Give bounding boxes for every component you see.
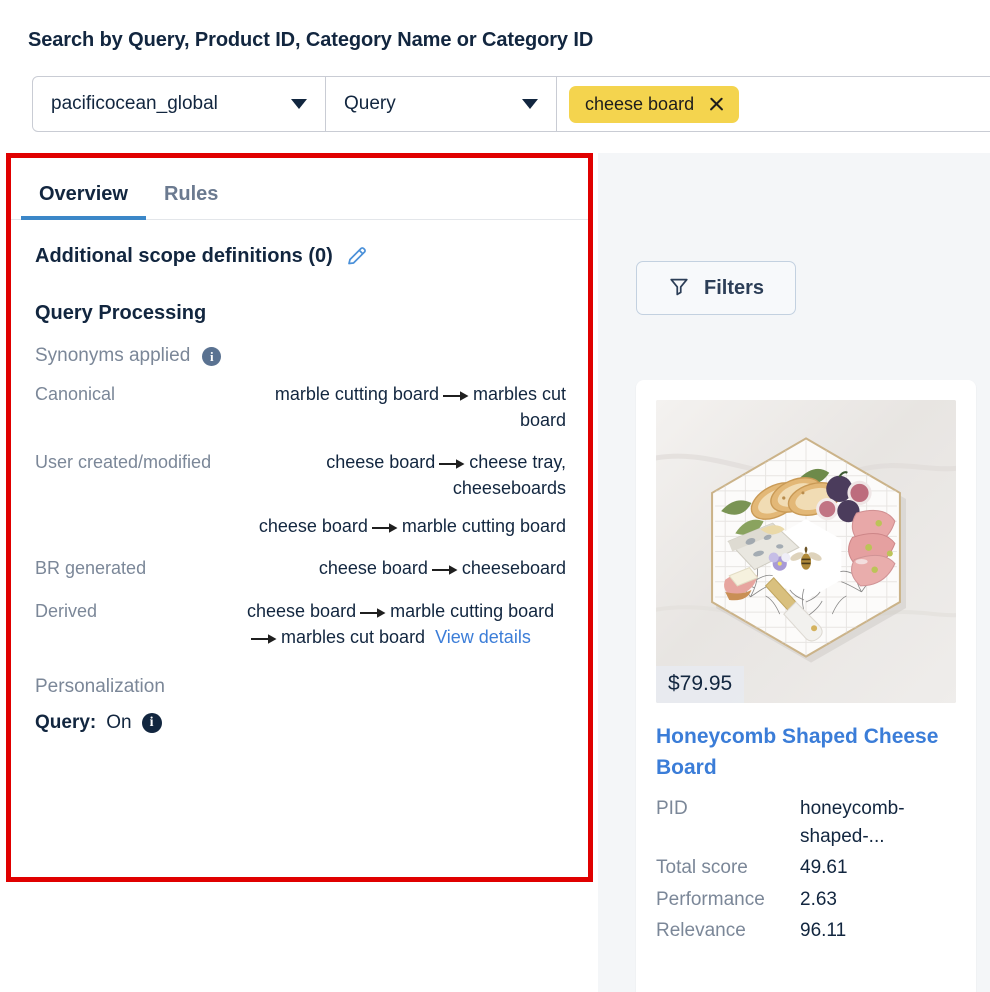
results-panel: Filters $79.95 Honeycomb Shaped Cheese B… — [598, 153, 990, 992]
query-status-label: Query: — [35, 711, 97, 733]
synonym-from: cheese board — [326, 452, 436, 473]
search-chip[interactable]: cheese board — [569, 85, 740, 123]
synonym-row-user-created: User created/modified cheese board cheese… — [35, 449, 566, 539]
info-icon[interactable]: i — [202, 346, 222, 366]
synonym-from: marble cutting board — [274, 384, 439, 404]
synonyms-applied-row: Synonyms applied i — [35, 345, 566, 367]
page-title: Search by Query, Product ID, Category Na… — [28, 29, 594, 51]
row-value: cheese board cheeseboard — [247, 555, 566, 581]
row-value: marble cutting board marbles cut board — [247, 381, 566, 433]
synonym-to: marble cutting board — [401, 516, 566, 537]
panel-tabs: Overview Rules — [11, 158, 588, 220]
row-label: User created/modified — [35, 452, 212, 473]
search-bar: pacificocean_global Query cheese board — [32, 76, 990, 132]
arrow-right-icon — [431, 555, 458, 581]
attribute-value: 49.61 — [800, 857, 848, 879]
search-type-value: Query — [344, 93, 396, 114]
tab-overview[interactable]: Overview — [21, 183, 146, 220]
arrow-right-icon — [442, 381, 469, 407]
product-image: $79.95 — [656, 400, 956, 703]
arrow-right-icon — [251, 624, 277, 650]
product-title[interactable]: Honeycomb Shaped Cheese Board — [656, 721, 956, 783]
synonyms-applied-label: Synonyms applied — [35, 345, 191, 366]
arrow-right-icon — [439, 449, 465, 475]
overview-panel: Overview Rules Additional scope definiti… — [6, 153, 593, 882]
synonym-to: marbles cut board — [472, 384, 566, 431]
attribute-row: Relevance 96.11 — [656, 917, 956, 945]
attribute-key: Performance — [656, 888, 765, 910]
chevron-down-icon — [522, 99, 538, 109]
info-icon[interactable]: i — [141, 712, 162, 733]
pencil-icon[interactable] — [345, 244, 369, 268]
attribute-value: honeycomb-shaped-... — [800, 798, 905, 847]
synonym-to: cheeseboard — [461, 558, 566, 579]
search-chip-label: cheese board — [585, 93, 695, 114]
app-root: Search by Query, Product ID, Category Na… — [0, 0, 990, 992]
attribute-row: Total score 49.61 — [656, 854, 956, 882]
synonym-row-derived: Derived cheese board marble cutting board… — [35, 598, 566, 650]
row-label: Derived — [35, 600, 98, 621]
search-type-select[interactable]: Query — [326, 77, 557, 131]
tab-rules[interactable]: Rules — [146, 183, 236, 219]
derived-step-2: marble cutting board — [390, 600, 555, 621]
filters-button-label: Filters — [703, 276, 765, 299]
view-details-link[interactable]: View details — [435, 627, 531, 647]
synonym-pair: cheese board marble cutting board — [247, 513, 566, 539]
account-select[interactable]: pacificocean_global — [33, 77, 326, 131]
row-label: Canonical — [35, 384, 116, 404]
query-status-value: On — [106, 711, 132, 733]
funnel-icon — [668, 275, 690, 302]
chevron-down-icon — [291, 99, 307, 109]
attribute-key: Relevance — [656, 920, 746, 942]
close-icon[interactable] — [708, 96, 725, 113]
derived-step-3: marbles cut board — [281, 626, 426, 647]
product-price: $79.95 — [656, 666, 745, 703]
derived-step-1: cheese board — [247, 600, 357, 621]
product-attributes: PID honeycomb-shaped-... Total score 49.… — [656, 795, 956, 945]
search-input[interactable]: cheese board — [557, 77, 990, 131]
synonym-from: cheese board — [318, 558, 428, 579]
row-label: BR generated — [35, 558, 147, 579]
attribute-key: Total score — [656, 857, 748, 879]
attribute-row: PID honeycomb-shaped-... — [656, 795, 956, 850]
scope-definitions-title: Additional scope definitions (0) — [35, 244, 333, 267]
synonym-to: cheese tray, cheeseboards — [452, 452, 566, 499]
personalization-label: Personalization — [35, 675, 165, 697]
overview-body: Additional scope definitions (0) Query P… — [11, 220, 588, 734]
query-status-row: Query: On i — [35, 712, 566, 734]
attribute-row: Performance 2.63 — [656, 886, 956, 914]
arrow-right-icon — [360, 598, 386, 624]
attribute-value: 2.63 — [800, 888, 837, 910]
row-value: cheese board cheese tray, cheeseboards ch… — [247, 449, 566, 539]
row-value: cheese board marble cutting board marbles … — [247, 598, 566, 650]
product-card[interactable]: $79.95 Honeycomb Shaped Cheese Board PID… — [636, 380, 976, 992]
scope-definitions-row: Additional scope definitions (0) — [35, 244, 566, 268]
account-select-value: pacificocean_global — [51, 93, 218, 114]
synonym-row-canonical: Canonical marble cutting board marbles cu… — [35, 381, 566, 433]
query-processing-title: Query Processing — [35, 302, 207, 324]
arrow-right-icon — [371, 513, 398, 539]
attribute-key: PID — [656, 798, 688, 820]
synonym-row-br-generated: BR generated cheese board cheeseboard — [35, 555, 566, 581]
attribute-value: 96.11 — [800, 920, 847, 942]
synonym-from: cheese board — [258, 516, 368, 537]
synonym-pair: cheese board cheese tray, cheeseboards — [247, 449, 566, 501]
filters-button[interactable]: Filters — [636, 261, 796, 315]
